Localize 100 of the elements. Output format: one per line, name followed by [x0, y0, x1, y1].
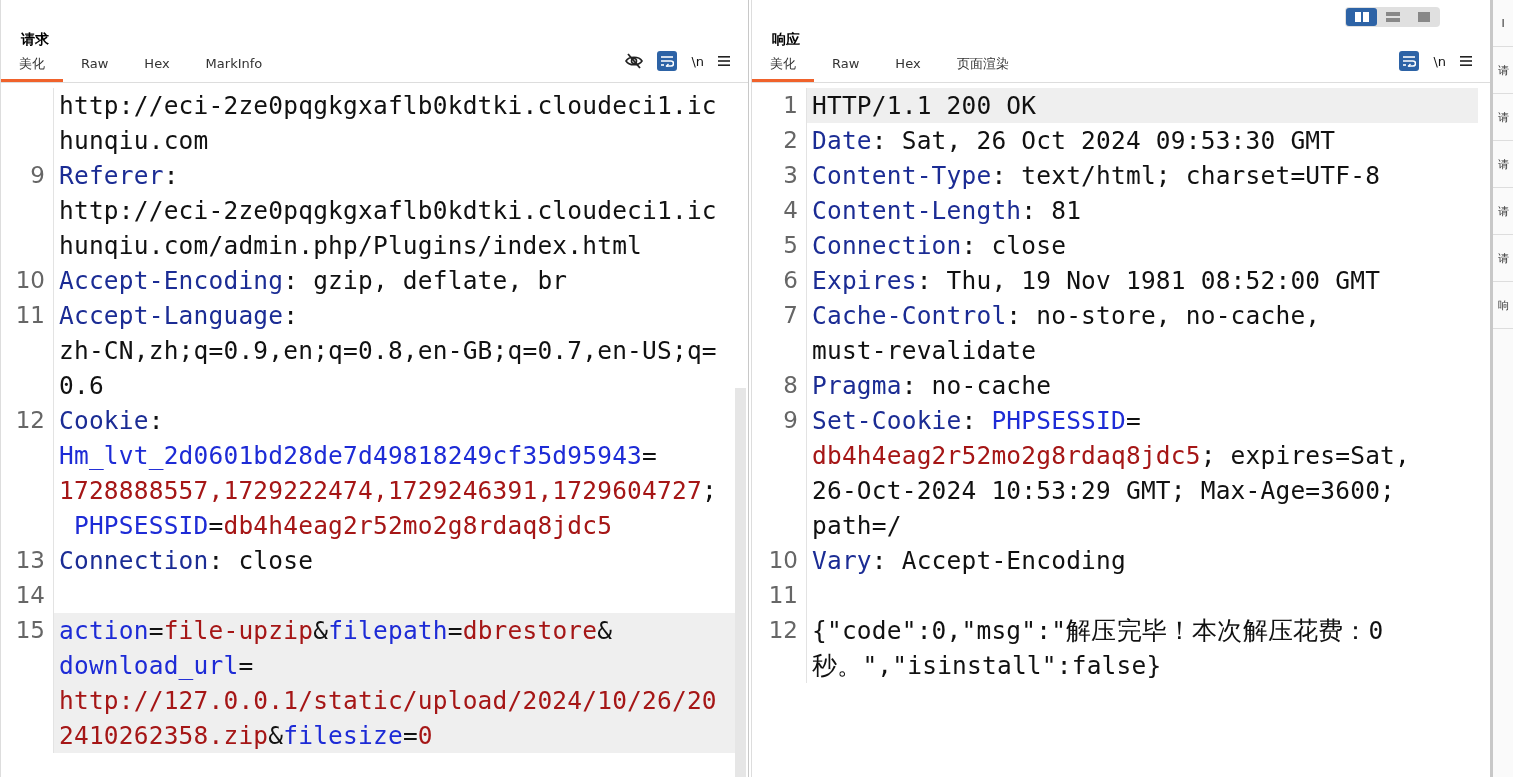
- line-number: 15: [15, 616, 45, 645]
- code-text: Date: [812, 126, 872, 155]
- code-text: Vary: [812, 546, 872, 575]
- single-panel-icon: [1417, 12, 1430, 22]
- code-text: http://eci-2ze0pqgkgxaflb0kdtki.cloudeci1.ic: [59, 196, 717, 225]
- side-tab[interactable]: 请: [1493, 235, 1513, 282]
- code-text: hunqiu.com/admin.php/Plugins/index.html: [59, 231, 643, 260]
- newline-toggle[interactable]: \n: [691, 53, 704, 69]
- code-text: : close: [208, 546, 314, 575]
- code-text: Accept-Encoding: [59, 266, 284, 295]
- code-text: filesize: [283, 721, 403, 750]
- view-tab[interactable]: Hex: [126, 52, 188, 82]
- code-text: PHPSESSID: [991, 406, 1126, 435]
- code-text: :: [148, 406, 164, 435]
- line-number: 2: [783, 126, 798, 155]
- line-number: 11: [15, 301, 45, 330]
- code-text: : 81: [1021, 196, 1082, 225]
- line-number: 12: [15, 406, 45, 435]
- line-number: 13: [15, 546, 45, 575]
- pane-title: 响应: [771, 30, 801, 49]
- code-text: http://eci-2ze0pqgkgxaflb0kdtki.cloudeci1.ic: [59, 91, 717, 120]
- code-text: download_url: [59, 651, 239, 680]
- line-number: 1: [783, 91, 798, 120]
- code-text: =: [447, 616, 463, 645]
- code-text: Accept-Language: [59, 301, 284, 330]
- layout-button[interactable]: [1346, 8, 1377, 26]
- code-text: filepath: [328, 616, 448, 645]
- wrap-icon[interactable]: [657, 51, 678, 71]
- two-column-icon: [1354, 12, 1369, 22]
- scrollbar[interactable]: [735, 388, 746, 777]
- side-tab[interactable]: 请: [1493, 188, 1513, 235]
- code-text: =: [238, 651, 254, 680]
- code-text: :: [163, 161, 179, 190]
- code-text: db4h4eag2r52mo2g8rdaq8jdc5: [812, 441, 1201, 470]
- code-text: : no-cache: [901, 371, 1052, 400]
- line-number: 9: [30, 161, 45, 190]
- code-text: =: [402, 721, 418, 750]
- line-number: 7: [783, 301, 798, 330]
- line-number: 8: [783, 371, 798, 400]
- line-number: 9: [783, 406, 798, 435]
- code-text: path=/: [812, 511, 902, 540]
- view-tab[interactable]: Raw: [63, 52, 127, 82]
- side-tab[interactable]: 请: [1493, 47, 1513, 94]
- code-text: Cache-Control: [812, 301, 1007, 330]
- line-number: 6: [783, 266, 798, 295]
- code-text: : close: [961, 231, 1067, 260]
- code-text: Connection: [59, 546, 209, 575]
- code-text: Cookie: [59, 406, 149, 435]
- code-text: action: [59, 616, 149, 645]
- code-text: Pragma: [812, 371, 902, 400]
- code-text: =: [148, 616, 164, 645]
- menu-icon[interactable]: [1460, 55, 1472, 67]
- pane-title: 请求: [20, 30, 50, 49]
- code-text: : gzip, deflate, br: [283, 266, 568, 295]
- line-number: 12: [768, 616, 798, 645]
- code-text: file-upzip: [163, 616, 314, 645]
- code-text: 1728888557,1729222474,1729246391,1729604727: [59, 476, 702, 505]
- code-text: ;: [701, 476, 717, 505]
- code-text: http://127.0.0.1/static/upload/2024/10/26/20: [59, 686, 717, 715]
- code-text: : Thu, 19 Nov 1981 08:52:00 GMT: [916, 266, 1381, 295]
- line-number: 10: [768, 546, 798, 575]
- code-text: Set-Cookie: [812, 406, 962, 435]
- line-number: 5: [783, 231, 798, 260]
- code-text: =: [1126, 406, 1141, 435]
- view-tab[interactable]: 页面渲染: [938, 52, 1027, 82]
- code-text: Expires: [812, 266, 917, 295]
- menu-icon[interactable]: [718, 55, 730, 67]
- side-tab[interactable]: 响: [1493, 282, 1513, 329]
- code-text: hunqiu.com: [59, 126, 209, 155]
- code-text: : text/html; charset=UTF-8: [991, 161, 1381, 190]
- line-number: 4: [783, 196, 798, 225]
- code-text: 秒。","isinstall":false}: [812, 651, 1162, 680]
- code-text: Hm_lvt_2d0601bd28de7d49818249cf35d95943: [59, 441, 643, 470]
- eye-slash-icon[interactable]: [625, 53, 644, 69]
- view-tab[interactable]: MarkInfo: [187, 52, 281, 82]
- code-text: 0.6: [59, 371, 104, 400]
- code-text: Connection: [812, 231, 962, 260]
- line-number: 3: [783, 161, 798, 190]
- side-tab[interactable]: 请: [1493, 141, 1513, 188]
- newline-toggle[interactable]: \n: [1433, 53, 1446, 69]
- code-text: 2410262358.zip: [59, 721, 269, 750]
- code-text: &: [313, 616, 329, 645]
- code-text: 26-Oct-2024 10:53:29 GMT; Max-Age=3600;: [812, 476, 1396, 505]
- view-tab[interactable]: Hex: [877, 52, 939, 82]
- code-text: {"code":0,"msg":"解压完毕！本次解压花费：0: [812, 616, 1384, 645]
- code-text: db4h4eag2r52mo2g8rdaq8jdc5: [223, 511, 613, 540]
- code-text: zh-CN,zh;q=0.9,en;q=0.8,en-GB;q=0.7,en-US;q=: [59, 336, 717, 365]
- view-tab[interactable]: 美化: [752, 52, 814, 82]
- code-text: :: [283, 301, 299, 330]
- wrap-icon[interactable]: [1399, 51, 1420, 71]
- code-text: HTTP/1.1 200 OK: [812, 91, 1037, 120]
- side-tab[interactable]: 请: [1493, 94, 1513, 141]
- two-row-icon: [1385, 12, 1400, 22]
- line-number: 14: [15, 581, 45, 610]
- view-tab[interactable]: 美化: [1, 52, 63, 82]
- side-tab[interactable]: I: [1493, 0, 1513, 47]
- line-number: 11: [768, 581, 798, 610]
- code-text: Referer: [59, 161, 164, 190]
- code-text: Content-Type: [812, 161, 992, 190]
- view-tab[interactable]: Raw: [814, 52, 878, 82]
